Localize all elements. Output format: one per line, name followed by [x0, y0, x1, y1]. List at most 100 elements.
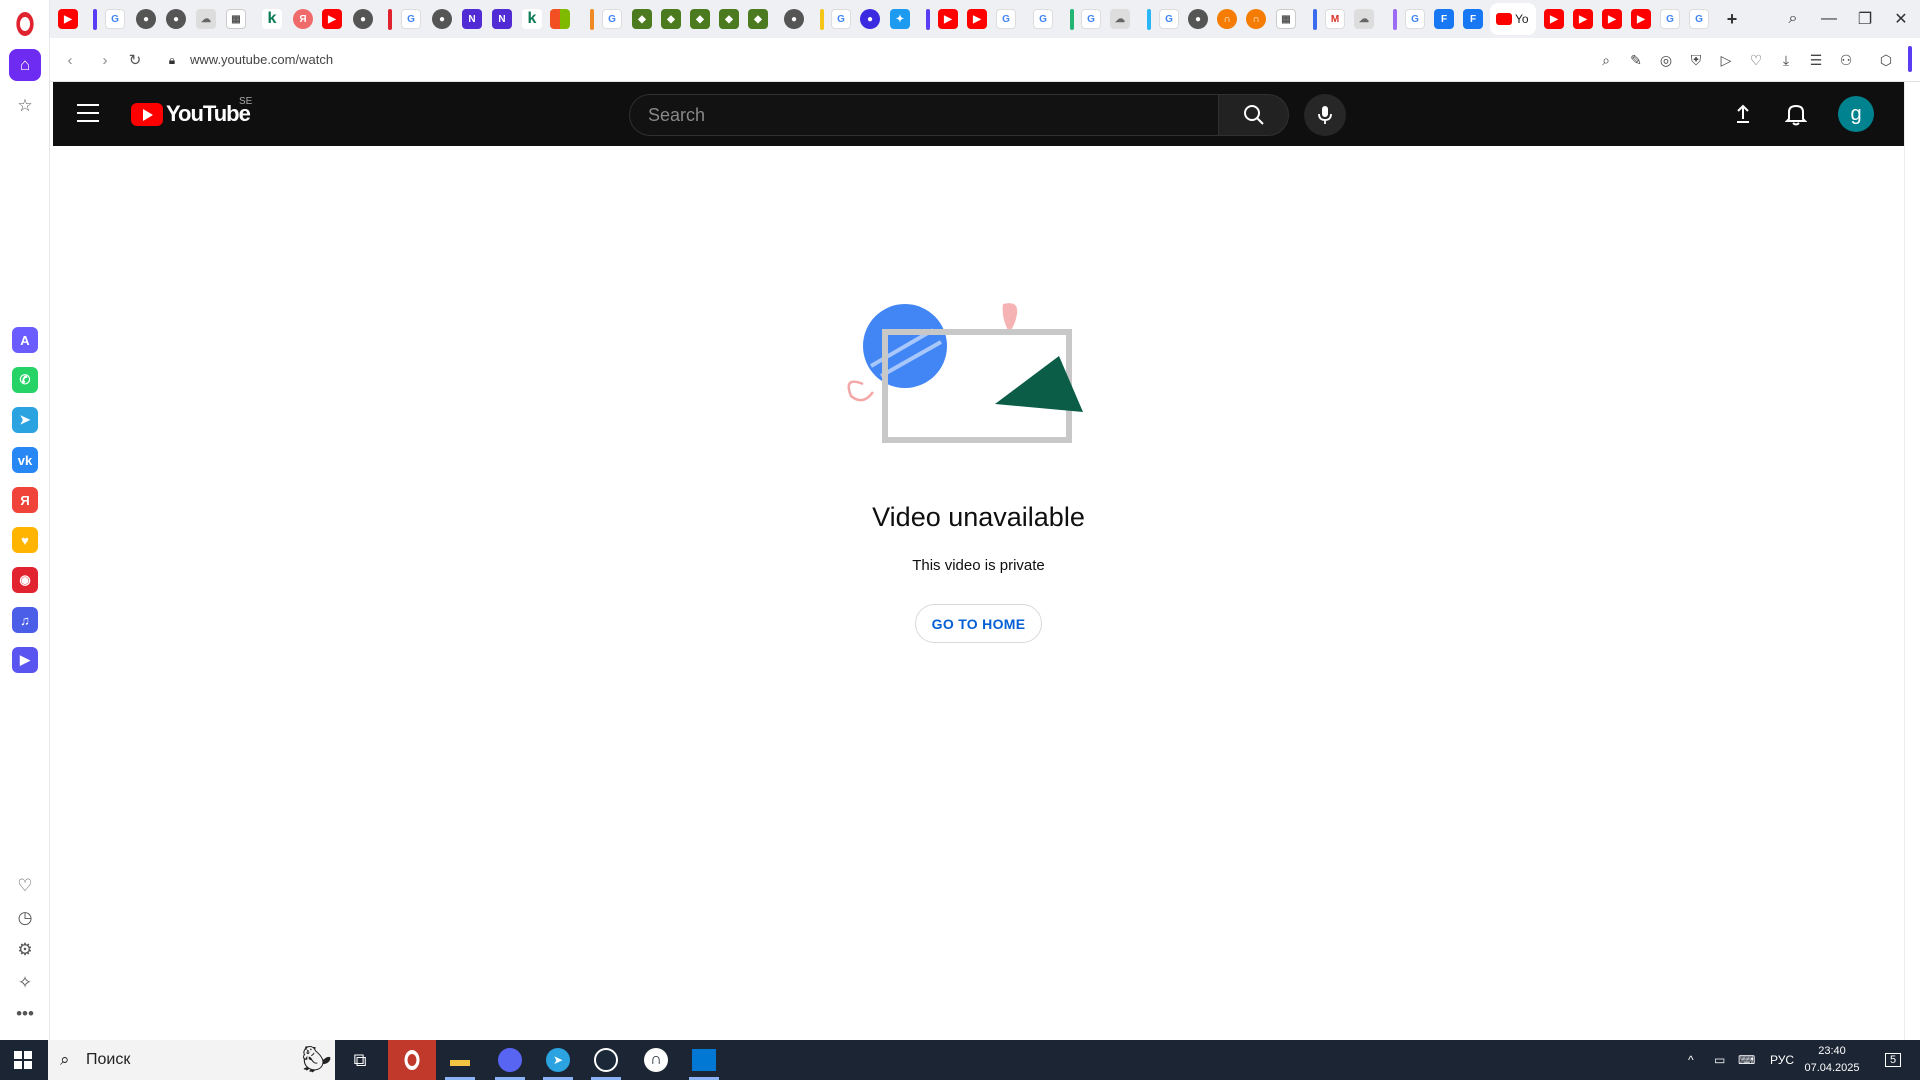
web-tab-icon[interactable]: ● — [1188, 9, 1208, 29]
microsoft-tab-icon[interactable] — [550, 9, 570, 29]
hamburger-menu-icon[interactable] — [77, 104, 99, 122]
taskbar-search[interactable]: ⌕ Поиск 🦫︎ — [48, 1040, 335, 1080]
game-tab-icon[interactable]: ◆ — [748, 9, 768, 29]
game-tab-icon[interactable]: ◆ — [690, 9, 710, 29]
notifications-button[interactable] — [1780, 98, 1812, 130]
google-tab-icon[interactable]: G — [1081, 9, 1101, 29]
google-tab-icon[interactable]: G — [1405, 9, 1425, 29]
minimize-icon[interactable]: — — [1812, 6, 1846, 32]
chat-icon[interactable]: ♥ — [12, 527, 38, 553]
search-input[interactable] — [630, 95, 1222, 135]
settings-icon[interactable]: ⚙ — [9, 934, 41, 966]
youtube-tab-icon[interactable]: ▶ — [322, 9, 342, 29]
youtube-tab-icon[interactable]: ▶ — [967, 9, 987, 29]
youtube-tab-icon[interactable]: ▶ — [1544, 9, 1564, 29]
aria-icon[interactable]: A — [12, 327, 38, 353]
lock-icon[interactable]: 🔒︎ — [160, 48, 184, 72]
tray-overflow-icon[interactable]: ^ — [1688, 1040, 1708, 1080]
dotnet-tab-icon[interactable]: N — [462, 9, 482, 29]
k-tab-icon[interactable]: k — [522, 9, 542, 29]
heart-outline-icon[interactable]: ♡ — [1744, 48, 1768, 72]
send-icon[interactable]: ▷ — [1714, 48, 1738, 72]
language-indicator[interactable]: РУС — [1770, 1040, 1794, 1080]
google-tab-icon[interactable]: G — [1689, 9, 1709, 29]
keyboard-icon[interactable]: ⌨ — [1738, 1040, 1762, 1080]
close-icon[interactable]: ✕ — [1884, 6, 1918, 32]
profile-icon[interactable]: ⚇ — [1834, 48, 1858, 72]
google-tab-icon[interactable]: G — [1660, 9, 1680, 29]
url-field[interactable]: www.youtube.com/watch — [190, 52, 333, 67]
f-tab-icon[interactable]: F — [1434, 9, 1454, 29]
avatar[interactable]: g — [1838, 96, 1874, 132]
game-tab-icon[interactable]: ◆ — [661, 9, 681, 29]
youtube-tab-icon[interactable]: ▶ — [1573, 9, 1593, 29]
gmail-tab-icon[interactable]: M — [1325, 9, 1345, 29]
start-button[interactable] — [0, 1040, 46, 1080]
restore-icon[interactable]: ❐ — [1848, 6, 1882, 32]
cloud-tab-icon[interactable]: ☁ — [1354, 9, 1374, 29]
cube-icon[interactable]: ⬡ — [1874, 48, 1898, 72]
more-icon[interactable]: ••• — [9, 998, 41, 1030]
gaming-icon[interactable]: ◉ — [12, 567, 38, 593]
google-tab-icon[interactable]: G — [1033, 9, 1053, 29]
store-app-icon[interactable] — [680, 1040, 728, 1080]
google-tab-icon[interactable]: G — [602, 9, 622, 29]
game-tab-icon[interactable]: ◆ — [719, 9, 739, 29]
web-tab-icon[interactable]: ● — [432, 9, 452, 29]
reload-icon[interactable]: ↻ — [123, 48, 147, 72]
active-tab[interactable]: Yo — [1490, 3, 1536, 35]
youtube-tab-icon[interactable]: ▶ — [1602, 9, 1622, 29]
go-to-home-button[interactable]: GO TO HOME — [915, 604, 1042, 643]
game-tab-icon[interactable]: ◆ — [632, 9, 652, 29]
opera-taskbar-icon[interactable] — [388, 1040, 436, 1080]
whatsapp-icon[interactable]: ✆ — [12, 367, 38, 393]
file-explorer-icon[interactable]: ▬ — [436, 1040, 484, 1080]
web-tab-icon[interactable]: ● — [784, 9, 804, 29]
new-tab-plus-icon[interactable]: + — [1722, 9, 1742, 29]
upload-button[interactable] — [1727, 98, 1759, 130]
web-tab-icon[interactable]: ● — [353, 9, 373, 29]
steam-icon[interactable] — [582, 1040, 630, 1080]
k-tab-icon[interactable]: k — [262, 9, 282, 29]
voice-search-button[interactable] — [1304, 94, 1346, 136]
telegram-icon[interactable]: ➤ — [12, 407, 38, 433]
music-icon[interactable]: ♫ — [12, 607, 38, 633]
search-button[interactable] — [1218, 94, 1289, 136]
dotnet-tab-icon[interactable]: N — [492, 9, 512, 29]
home-icon[interactable]: ⌂ — [9, 49, 41, 81]
lens-search-icon[interactable]: ⌕ — [1594, 48, 1618, 72]
player-icon[interactable]: ▶ — [12, 647, 38, 673]
discord-icon[interactable] — [486, 1040, 534, 1080]
battery-icon[interactable]: ▭ — [1714, 1040, 1734, 1080]
grid-tab-icon[interactable]: ▦ — [1276, 9, 1296, 29]
headphones-tab-icon[interactable]: ∩ — [1246, 9, 1266, 29]
clock[interactable]: 23:40 07.04.2025 — [1800, 1043, 1864, 1077]
google-tab-icon[interactable]: G — [401, 9, 421, 29]
scrollbar[interactable] — [1904, 82, 1920, 1040]
youtube-tab-icon[interactable]: ▶ — [1631, 9, 1651, 29]
web-tab-icon[interactable]: ● — [136, 9, 156, 29]
camera-icon[interactable]: ◎ — [1654, 48, 1678, 72]
download-icon[interactable]: ⤓ — [1774, 48, 1798, 72]
bluesky-tab-icon[interactable]: ✦ — [890, 9, 910, 29]
back-icon[interactable]: ‹ — [58, 48, 82, 72]
forward-icon[interactable]: › — [93, 48, 117, 72]
vk-icon[interactable]: vk — [12, 447, 38, 473]
history-icon[interactable]: ◷ — [9, 902, 41, 934]
headphones-tab-icon[interactable]: ∩ — [1217, 9, 1237, 29]
youtube-tab-icon[interactable]: ▶ — [938, 9, 958, 29]
google-tab-icon[interactable]: G — [1159, 9, 1179, 29]
cloud-tab-icon[interactable]: ☁ — [196, 9, 216, 29]
opera-logo[interactable] — [16, 12, 34, 36]
lightbulb-icon[interactable]: ✧ — [9, 967, 41, 999]
task-view-icon[interactable]: ⧉ — [336, 1040, 384, 1080]
headphones-app-icon[interactable]: ∩ — [632, 1040, 680, 1080]
web-tab-icon[interactable]: ● — [166, 9, 186, 29]
shield-icon[interactable]: ⛨ — [1684, 48, 1708, 72]
heart-icon[interactable]: ♡ — [9, 870, 41, 902]
menu-lines-icon[interactable]: ☰ — [1804, 48, 1828, 72]
notification-center-icon[interactable]: 5 — [1878, 1040, 1908, 1080]
yandex-icon[interactable]: Я — [12, 487, 38, 513]
telegram-taskbar-icon[interactable]: ➤ — [534, 1040, 582, 1080]
grid-tab-icon[interactable]: ▦ — [226, 9, 246, 29]
